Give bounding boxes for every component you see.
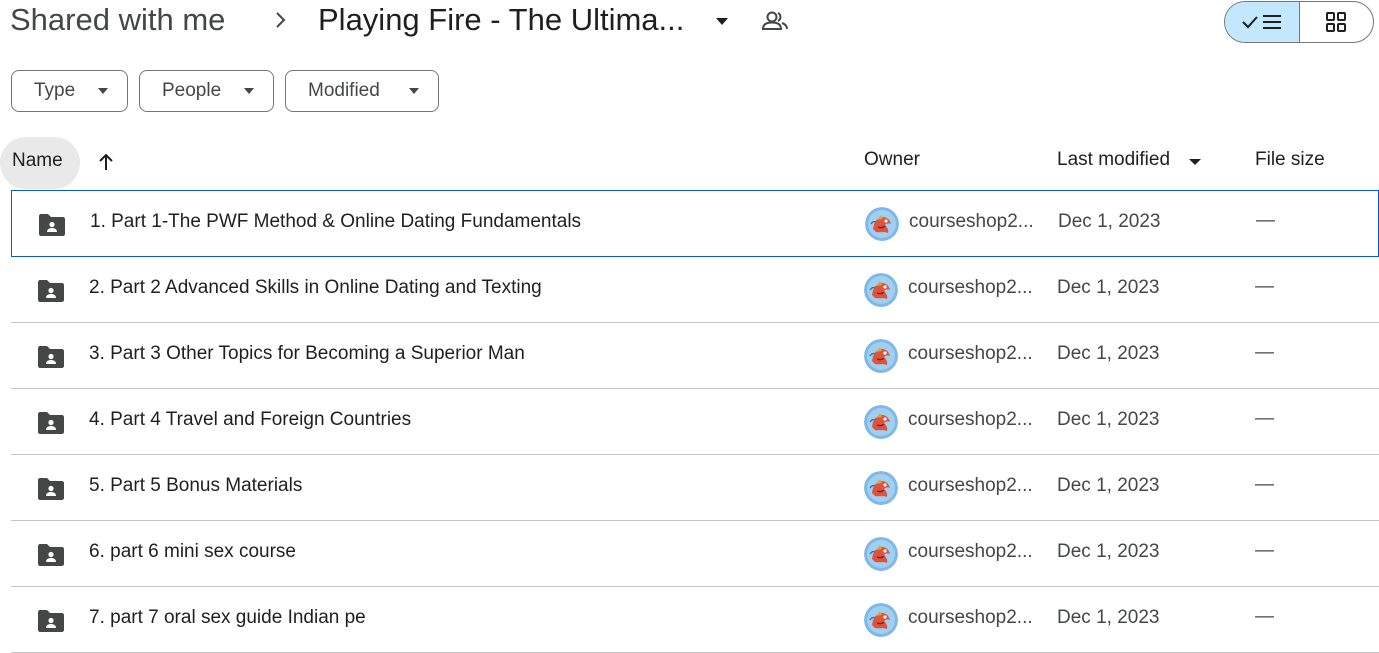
caret-down-icon [98,88,108,94]
table-row[interactable]: 1. Part 1-The PWF Method & Online Dating… [11,190,1379,257]
table-row[interactable]: 3. Part 3 Other Topics for Becoming a Su… [11,323,1379,389]
shared-folder-icon [36,279,66,303]
owner-name: courseshop2... [908,475,1033,496]
owner-avatar [865,207,899,241]
last-modified-date: Dec 1, 2023 [1057,409,1160,430]
last-modified-date: Dec 1, 2023 [1057,607,1160,628]
file-name[interactable]: 3. Part 3 Other Topics for Becoming a Su… [89,343,525,365]
modified-filter-label: Modified [308,80,380,101]
file-name[interactable]: 5. Part 5 Bonus Materials [89,475,302,497]
owner-avatar [864,273,898,307]
breadcrumb: Shared with me Playing Fire - The Ultima… [0,0,1379,44]
owner-avatar [864,603,898,637]
file-size: — [1255,540,1274,561]
file-size: — [1256,210,1275,231]
table-row[interactable]: 7. part 7 oral sex guide Indian pe course… [11,587,1379,653]
file-size-column-header: File size [1255,149,1325,170]
shared-folder-icon [37,213,67,237]
file-name[interactable]: 4. Part 4 Travel and Foreign Countries [89,409,411,431]
table-row[interactable]: 4. Part 4 Travel and Foreign Countries co… [11,389,1379,455]
owner-name: courseshop2... [908,607,1033,628]
last-modified-date: Dec 1, 2023 [1057,343,1160,364]
table-row[interactable]: 2. Part 2 Advanced Skills in Online Dati… [11,257,1379,323]
caret-down-icon[interactable] [1188,158,1202,166]
file-name[interactable]: 2. Part 2 Advanced Skills in Online Dati… [89,277,542,299]
table-row[interactable]: 5. Part 5 Bonus Materials courseshop2... D… [11,455,1379,521]
people-filter-chip[interactable]: People [139,70,274,112]
arrow-up-icon[interactable] [95,150,117,174]
name-column-label: Name [12,150,63,171]
caret-down-icon [244,88,254,94]
last-modified-column-header[interactable]: Last modified [1057,149,1170,171]
caret-down-icon[interactable] [712,14,732,28]
last-modified-date: Dec 1, 2023 [1058,211,1161,232]
people-filter-label: People [162,80,222,101]
shared-folder-icon [36,411,66,435]
grid-view-button[interactable] [1300,2,1374,42]
owner-avatar [864,339,898,373]
people-icon[interactable] [760,7,790,35]
chevron-right-icon [276,12,286,28]
file-name[interactable]: 6. part 6 mini sex course [89,541,296,563]
grid-icon [1326,12,1347,32]
file-size: — [1255,408,1274,429]
owner-name: courseshop2... [908,343,1033,364]
file-size: — [1255,276,1274,297]
check-list-icon [1242,15,1281,29]
shared-folder-icon [36,609,66,633]
shared-folder-icon [36,345,66,369]
view-toggle [1224,1,1374,43]
owner-name: courseshop2... [908,541,1033,562]
last-modified-date: Dec 1, 2023 [1057,277,1160,298]
owner-avatar [864,471,898,505]
owner-name: courseshop2... [908,277,1033,298]
last-modified-date: Dec 1, 2023 [1057,541,1160,562]
file-size: — [1255,342,1274,363]
shared-folder-icon [36,477,66,501]
owner-column-header: Owner [864,149,920,170]
file-name[interactable]: 1. Part 1-The PWF Method & Online Dating… [90,211,581,233]
file-list: 1. Part 1-The PWF Method & Online Dating… [11,190,1379,653]
list-view-button[interactable] [1225,2,1300,42]
file-size: — [1255,606,1274,627]
type-filter-chip[interactable]: Type [11,70,128,112]
owner-name: courseshop2... [908,409,1033,430]
last-modified-date: Dec 1, 2023 [1057,475,1160,496]
owner-avatar [864,537,898,571]
owner-name: courseshop2... [909,211,1034,232]
type-filter-label: Type [34,80,76,101]
name-column-header[interactable]: Name [0,137,80,189]
owner-avatar [864,405,898,439]
file-size: — [1255,474,1274,495]
file-name[interactable]: 7. part 7 oral sex guide Indian pe [89,607,366,629]
table-row[interactable]: 6. part 6 mini sex course courseshop2... D… [11,521,1379,587]
shared-folder-icon [36,543,66,567]
modified-filter-chip[interactable]: Modified [285,70,439,112]
breadcrumb-current-folder[interactable]: Playing Fire - The Ultima... [318,2,684,38]
breadcrumb-shared-with-me[interactable]: Shared with me [10,2,225,38]
caret-down-icon [409,88,419,94]
